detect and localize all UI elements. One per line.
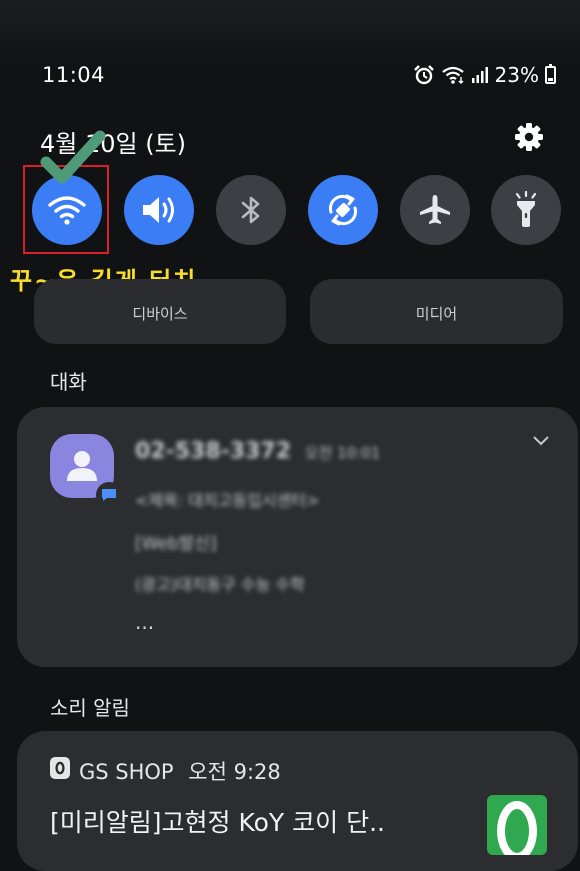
media-label: 미디어 — [415, 305, 458, 323]
bluetooth-icon — [241, 196, 260, 224]
chevron-down-icon[interactable] — [532, 435, 550, 447]
battery-percent: 23% — [494, 63, 539, 87]
gs-shop-logo — [50, 757, 70, 779]
checkmark-icon — [40, 130, 106, 184]
status-bar: 11:04 23% — [0, 0, 580, 120]
notification-app-name: GS SHOP — [79, 760, 174, 784]
flashlight-toggle[interactable] — [491, 175, 561, 245]
notification-time: 오전 9:28 — [188, 760, 281, 784]
status-icons: 23% — [413, 63, 556, 87]
wifi-status-icon — [441, 66, 464, 84]
airplane-icon — [420, 195, 450, 224]
airplane-toggle[interactable] — [400, 175, 470, 245]
alarm-icon — [413, 65, 434, 85]
rotate-icon — [328, 194, 358, 226]
media-button[interactable]: 미디어 — [310, 279, 563, 344]
clock: 11:04 — [42, 63, 106, 87]
message-line-3: (광고)대치동구 수능 수학 — [135, 575, 305, 594]
message-more: ... — [135, 610, 155, 634]
gear-icon[interactable] — [513, 121, 545, 153]
auto-rotate-toggle[interactable] — [308, 175, 378, 245]
notification-thumbnail — [487, 795, 547, 855]
shop-notification[interactable]: GS SHOP 오전 9:28 [미리알림]고현정 KoY 코이 단.. — [17, 731, 578, 871]
sound-alerts-header: 소리 알림 — [50, 696, 130, 720]
conversations-header: 대화 — [50, 370, 87, 394]
sound-toggle[interactable] — [124, 175, 194, 245]
signal-icon — [471, 67, 488, 83]
message-icon — [102, 489, 116, 501]
message-sender: 02-538-3372 — [135, 439, 292, 464]
bluetooth-toggle[interactable] — [216, 175, 286, 245]
flashlight-icon — [515, 191, 537, 227]
volume-icon — [143, 197, 174, 223]
message-badge — [96, 482, 122, 508]
message-time: 오전 10:01 — [304, 444, 381, 462]
message-line-1: <제목: 대치고등입시센터> — [135, 491, 320, 510]
devices-label: 디바이스 — [132, 305, 188, 323]
notification-text: [미리알림]고현정 KoY 코이 단.. — [50, 808, 385, 837]
devices-button[interactable]: 디바이스 — [34, 279, 286, 344]
battery-icon — [545, 64, 556, 84]
message-line-2: [Web발신] — [135, 534, 217, 554]
message-notification[interactable]: 02-538-3372 오전 10:01 <제목: 대치고등입시센터> [Web… — [17, 407, 578, 667]
